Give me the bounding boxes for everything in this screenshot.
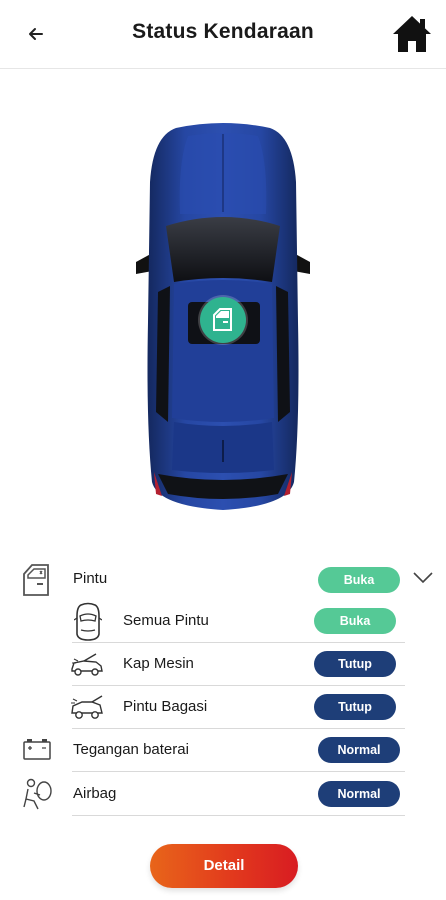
car-door-status-badge: [200, 297, 246, 343]
airbag-status-badge: Normal: [318, 781, 400, 807]
semua-pintu-status-badge: Buka: [314, 608, 396, 634]
home-button[interactable]: [391, 14, 433, 54]
door-icon: [20, 562, 52, 603]
semua-pintu-label: Semua Pintu: [123, 612, 209, 629]
kap-mesin-label: Kap Mesin: [123, 655, 194, 672]
app-header: Status Kendaraan: [0, 0, 446, 69]
kap-mesin-status-badge: Tutup: [314, 651, 396, 677]
airbag-icon: [20, 777, 54, 816]
divider: [72, 642, 405, 643]
car-outline-icon: [73, 602, 103, 647]
divider: [72, 728, 405, 729]
tegangan-baterai-label: Tegangan baterai: [73, 741, 189, 758]
car-hood-icon: [70, 651, 104, 682]
home-icon: [393, 16, 431, 52]
pintu-bagasi-status-badge: Tutup: [314, 694, 396, 720]
tegangan-baterai-status-badge: Normal: [318, 737, 400, 763]
chevron-down-icon[interactable]: [412, 569, 434, 585]
car-door-icon: [213, 308, 232, 331]
pintu-label: Pintu: [73, 570, 108, 587]
pintu-bagasi-label: Pintu Bagasi: [123, 698, 208, 715]
divider: [72, 815, 405, 816]
divider: [72, 771, 405, 772]
divider: [72, 685, 405, 686]
detail-button[interactable]: Detail: [150, 844, 298, 888]
airbag-label: Airbag: [73, 785, 117, 802]
battery-icon: [22, 737, 52, 766]
car-trunk-icon: [70, 693, 104, 726]
page-title: Status Kendaraan: [132, 20, 314, 43]
pintu-status-badge: Buka: [318, 567, 400, 593]
